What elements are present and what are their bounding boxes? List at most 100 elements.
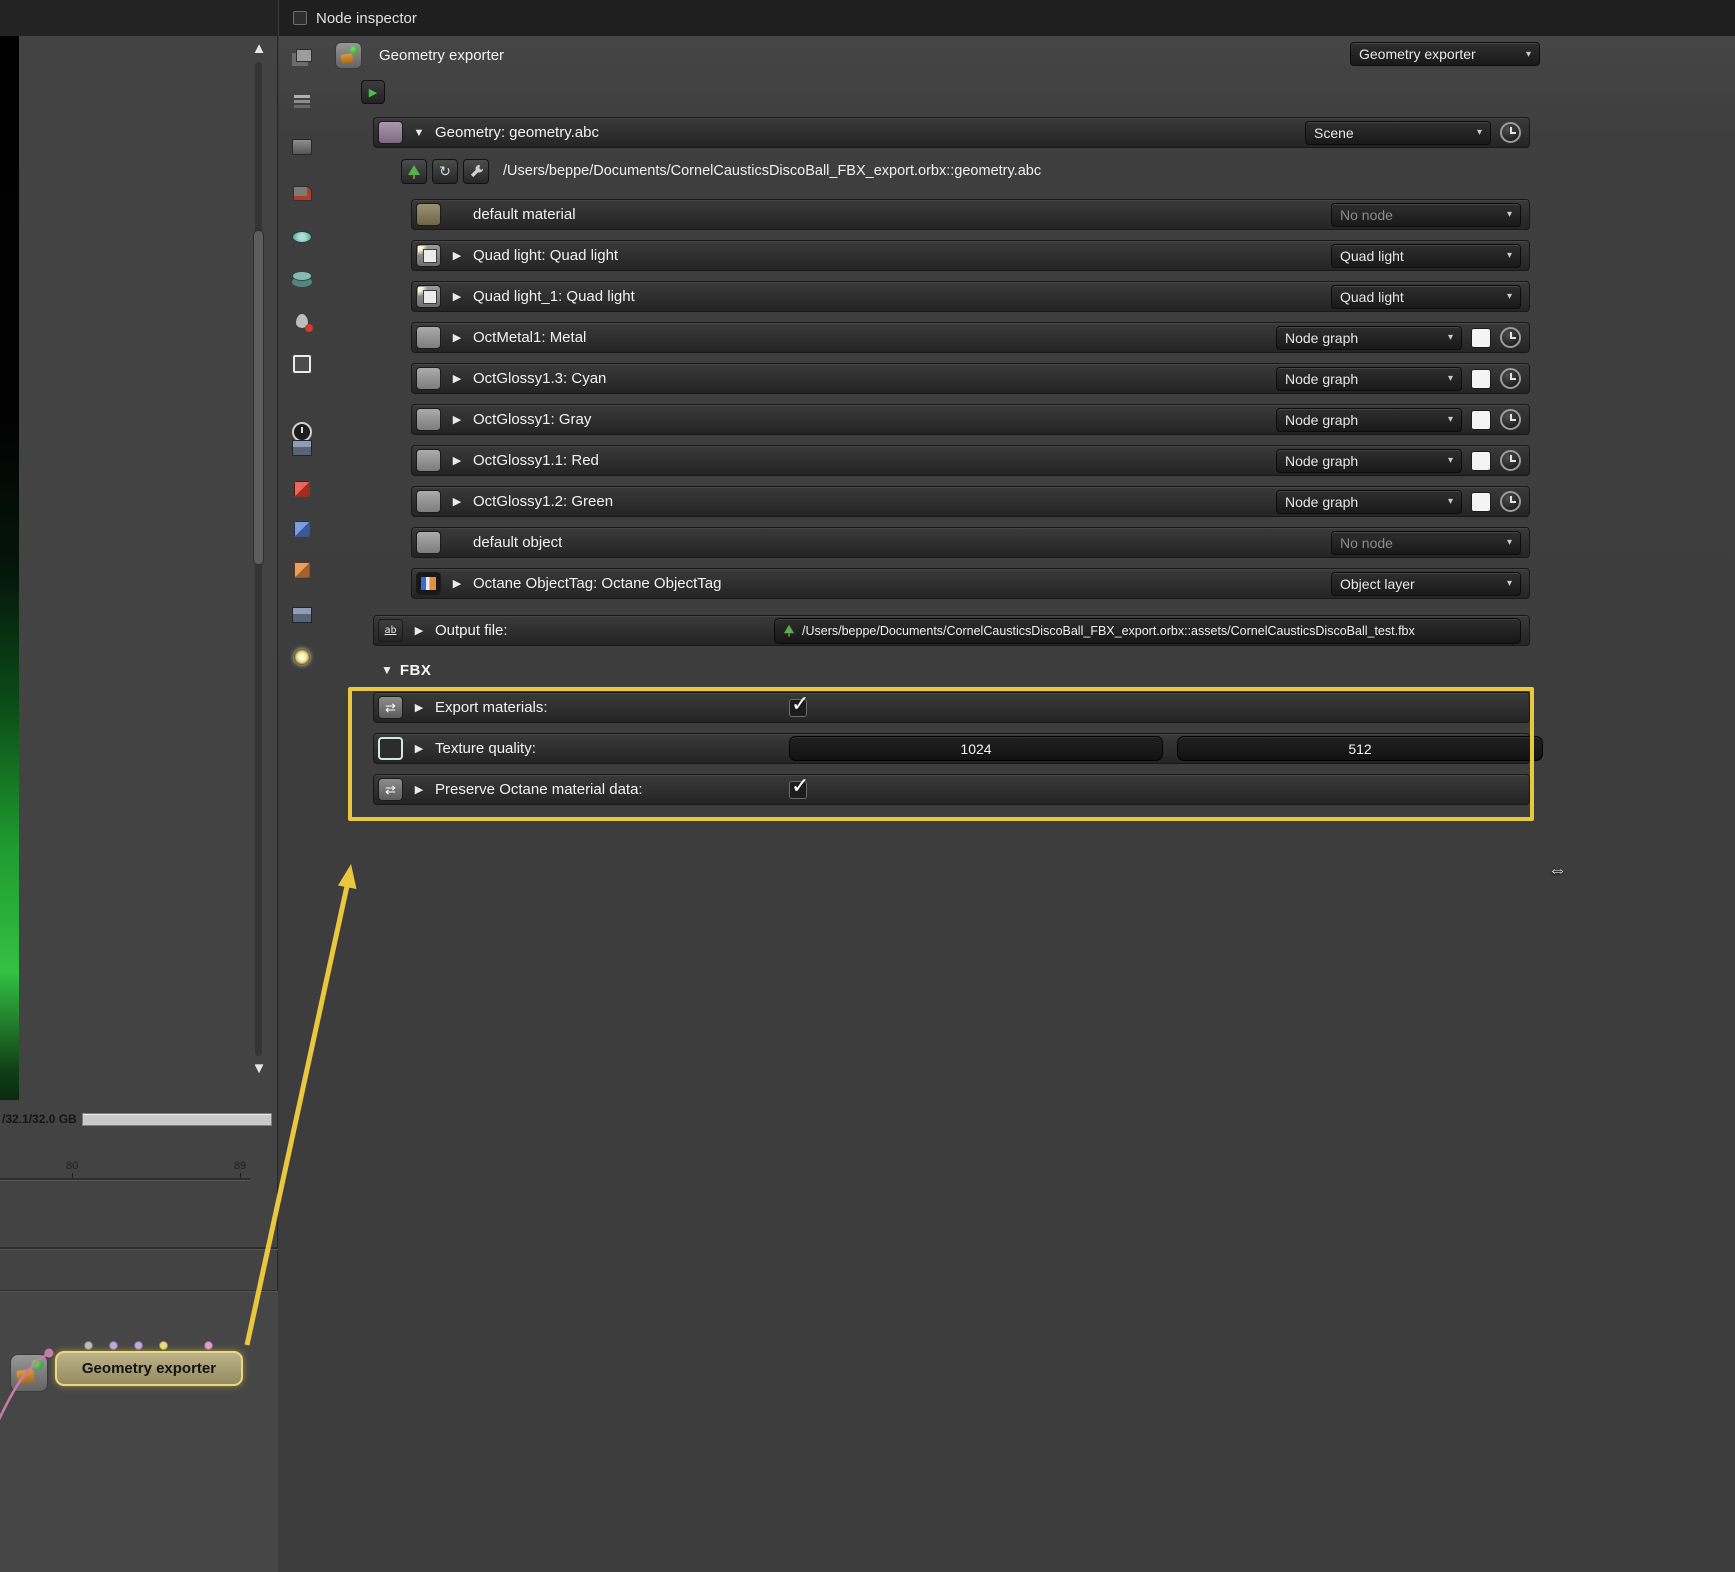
material-node-icon <box>416 203 441 226</box>
pin-inspector-checkbox[interactable] <box>293 11 307 25</box>
row-label: Geometry: geometry.abc <box>435 124 599 141</box>
node-select-dropdown[interactable]: Node graph ▾ <box>1276 407 1462 432</box>
node-select-dropdown[interactable]: Node graph ▾ <box>1276 366 1462 391</box>
material-drop-icon[interactable] <box>287 308 317 334</box>
expander-icon[interactable]: ▶ <box>412 624 426 637</box>
animation-clock-button[interactable] <box>1500 122 1521 143</box>
timeline: 80 89 <box>0 1158 260 1192</box>
node-select-dropdown[interactable]: Node graph ▾ <box>1276 489 1462 514</box>
row-octmetal1: ▶ OctMetal1: Metal Node graph ▾ <box>411 322 1530 353</box>
color-swatch[interactable] <box>1471 491 1491 512</box>
check-icon: ✓ <box>791 772 810 798</box>
vram-label: /32.1/32.0 GB <box>2 1112 77 1126</box>
layer-stack-icon[interactable] <box>287 88 317 114</box>
color-swatch[interactable] <box>1471 409 1491 430</box>
expander-icon[interactable]: ▶ <box>412 742 426 755</box>
expander-icon[interactable]: ▶ <box>450 495 464 508</box>
export-materials-checkbox[interactable]: ✓ <box>789 691 809 717</box>
node-select-dropdown[interactable]: Quad light ▾ <box>1331 243 1521 268</box>
timeline-rail[interactable] <box>0 1178 250 1180</box>
geometry-exporter-node[interactable]: Geometry exporter <box>55 1351 243 1386</box>
mouse-cursor: ⇔ <box>1548 860 1567 881</box>
render-target-icon[interactable] <box>287 180 317 206</box>
row-label: OctMetal1: Metal <box>473 329 587 346</box>
node-select-dropdown[interactable]: No node ▾ <box>1331 202 1521 227</box>
sun-node-icon[interactable] <box>287 644 317 670</box>
animation-clock-button[interactable] <box>1500 409 1521 430</box>
expander-open-icon: ▼ <box>381 663 393 677</box>
image-file-icon[interactable] <box>287 602 317 628</box>
expander-icon[interactable]: ▶ <box>450 372 464 385</box>
node-pin-purple[interactable] <box>109 1341 118 1350</box>
color-swatch[interactable] <box>1471 450 1491 471</box>
chevron-down-icon: ▾ <box>1447 414 1453 425</box>
scrollbar-thumb[interactable] <box>253 230 264 565</box>
chevron-down-icon: ▾ <box>1447 455 1453 466</box>
run-export-button[interactable]: ▶ <box>361 80 385 104</box>
picture-node-icon[interactable] <box>287 435 317 461</box>
expander-icon[interactable]: ▶ <box>450 413 464 426</box>
chevron-down-icon: ▾ <box>1447 496 1453 507</box>
color-swatch[interactable] <box>1471 368 1491 389</box>
node-select-dropdown[interactable]: Node graph ▾ <box>1276 448 1462 473</box>
node-select-dropdown[interactable]: No node ▾ <box>1331 530 1521 555</box>
animation-clock-button[interactable] <box>1500 368 1521 389</box>
row-texture-quality: ▶ Texture quality: 1024 512 <box>373 733 1543 764</box>
node-pin-pink[interactable] <box>204 1341 213 1350</box>
node-pin-yellow[interactable] <box>159 1341 168 1350</box>
expander-icon[interactable]: ▶ <box>450 331 464 344</box>
node-graph-panel[interactable] <box>0 1292 278 1572</box>
red-cube-icon[interactable] <box>287 476 317 502</box>
texture-quality-value-1[interactable]: 1024 <box>789 736 1163 761</box>
texture-quality-value-2[interactable]: 512 <box>1177 736 1543 761</box>
quad-light-icon <box>416 244 441 267</box>
node-select-dropdown[interactable]: Quad light ▾ <box>1331 284 1521 309</box>
node-select-dropdown[interactable]: Object layer ▾ <box>1331 571 1521 596</box>
geometry-exporter-node-icon[interactable] <box>10 1354 48 1392</box>
panel-divider <box>0 1247 278 1249</box>
disc-stack-icon[interactable] <box>287 266 317 292</box>
node-pin-purple[interactable] <box>134 1341 143 1350</box>
timeline-tick-start: 80 <box>66 1160 79 1172</box>
geometry-file-path: /Users/beppe/Documents/CornelCausticsDis… <box>503 163 1042 179</box>
row-label: Octane ObjectTag: Octane ObjectTag <box>473 575 722 592</box>
image-node-icon[interactable] <box>287 134 317 160</box>
blue-cube-icon[interactable] <box>287 516 317 542</box>
copy-node-icon[interactable] <box>287 44 317 70</box>
reload-button[interactable]: ↻ <box>432 158 458 184</box>
node-select-dropdown[interactable]: Node graph ▾ <box>1276 325 1462 350</box>
scroll-down-button[interactable]: ▼ <box>247 1060 271 1078</box>
filename-attribute-icon <box>378 619 403 642</box>
expander-icon[interactable]: ▶ <box>450 290 464 303</box>
chevron-down-icon: ▾ <box>1506 291 1512 302</box>
animation-clock-button[interactable] <box>1500 327 1521 348</box>
fbx-section-header[interactable]: ▼ FBX <box>381 659 431 681</box>
node-type-dropdown[interactable]: Geometry exporter ▾ <box>1350 42 1540 66</box>
animation-clock-button[interactable] <box>1500 491 1521 512</box>
expander-icon[interactable]: ▶ <box>450 249 464 262</box>
panel-title: Node inspector <box>316 9 417 27</box>
scroll-up-button[interactable]: ▲ <box>247 40 271 58</box>
vram-row: /32.1/32.0 GB <box>2 1110 272 1128</box>
chevron-down-icon: ▾ <box>1447 373 1453 384</box>
expander-icon[interactable]: ▶ <box>450 577 464 590</box>
animation-clock-button[interactable] <box>1500 450 1521 471</box>
expander-open-icon[interactable]: ▼ <box>412 127 426 139</box>
export-file-button[interactable] <box>401 158 427 184</box>
color-swatch[interactable] <box>1471 327 1491 348</box>
row-export-materials: ▶ Export materials: ✓ <box>373 691 1530 723</box>
node-pin-gray[interactable] <box>84 1341 93 1350</box>
texture-square-icon[interactable] <box>287 351 317 377</box>
orange-cube-icon[interactable] <box>287 557 317 583</box>
preserve-material-data-checkbox[interactable]: ✓ <box>789 773 809 799</box>
geometry-path-row: ↻ /Users/beppe/Documents/CornelCausticsD… <box>401 157 1041 185</box>
output-path-field[interactable]: /Users/beppe/Documents/CornelCausticsDis… <box>774 617 1521 644</box>
expander-icon[interactable]: ▶ <box>450 454 464 467</box>
wrench-icon <box>470 164 483 177</box>
geometry-source-dropdown[interactable]: Scene ▾ <box>1305 120 1491 145</box>
vram-progressbar <box>81 1112 272 1126</box>
expander-icon[interactable]: ▶ <box>412 701 426 714</box>
expander-icon[interactable]: ▶ <box>412 783 426 796</box>
settings-button[interactable] <box>463 158 489 184</box>
disc-icon[interactable] <box>287 224 317 250</box>
